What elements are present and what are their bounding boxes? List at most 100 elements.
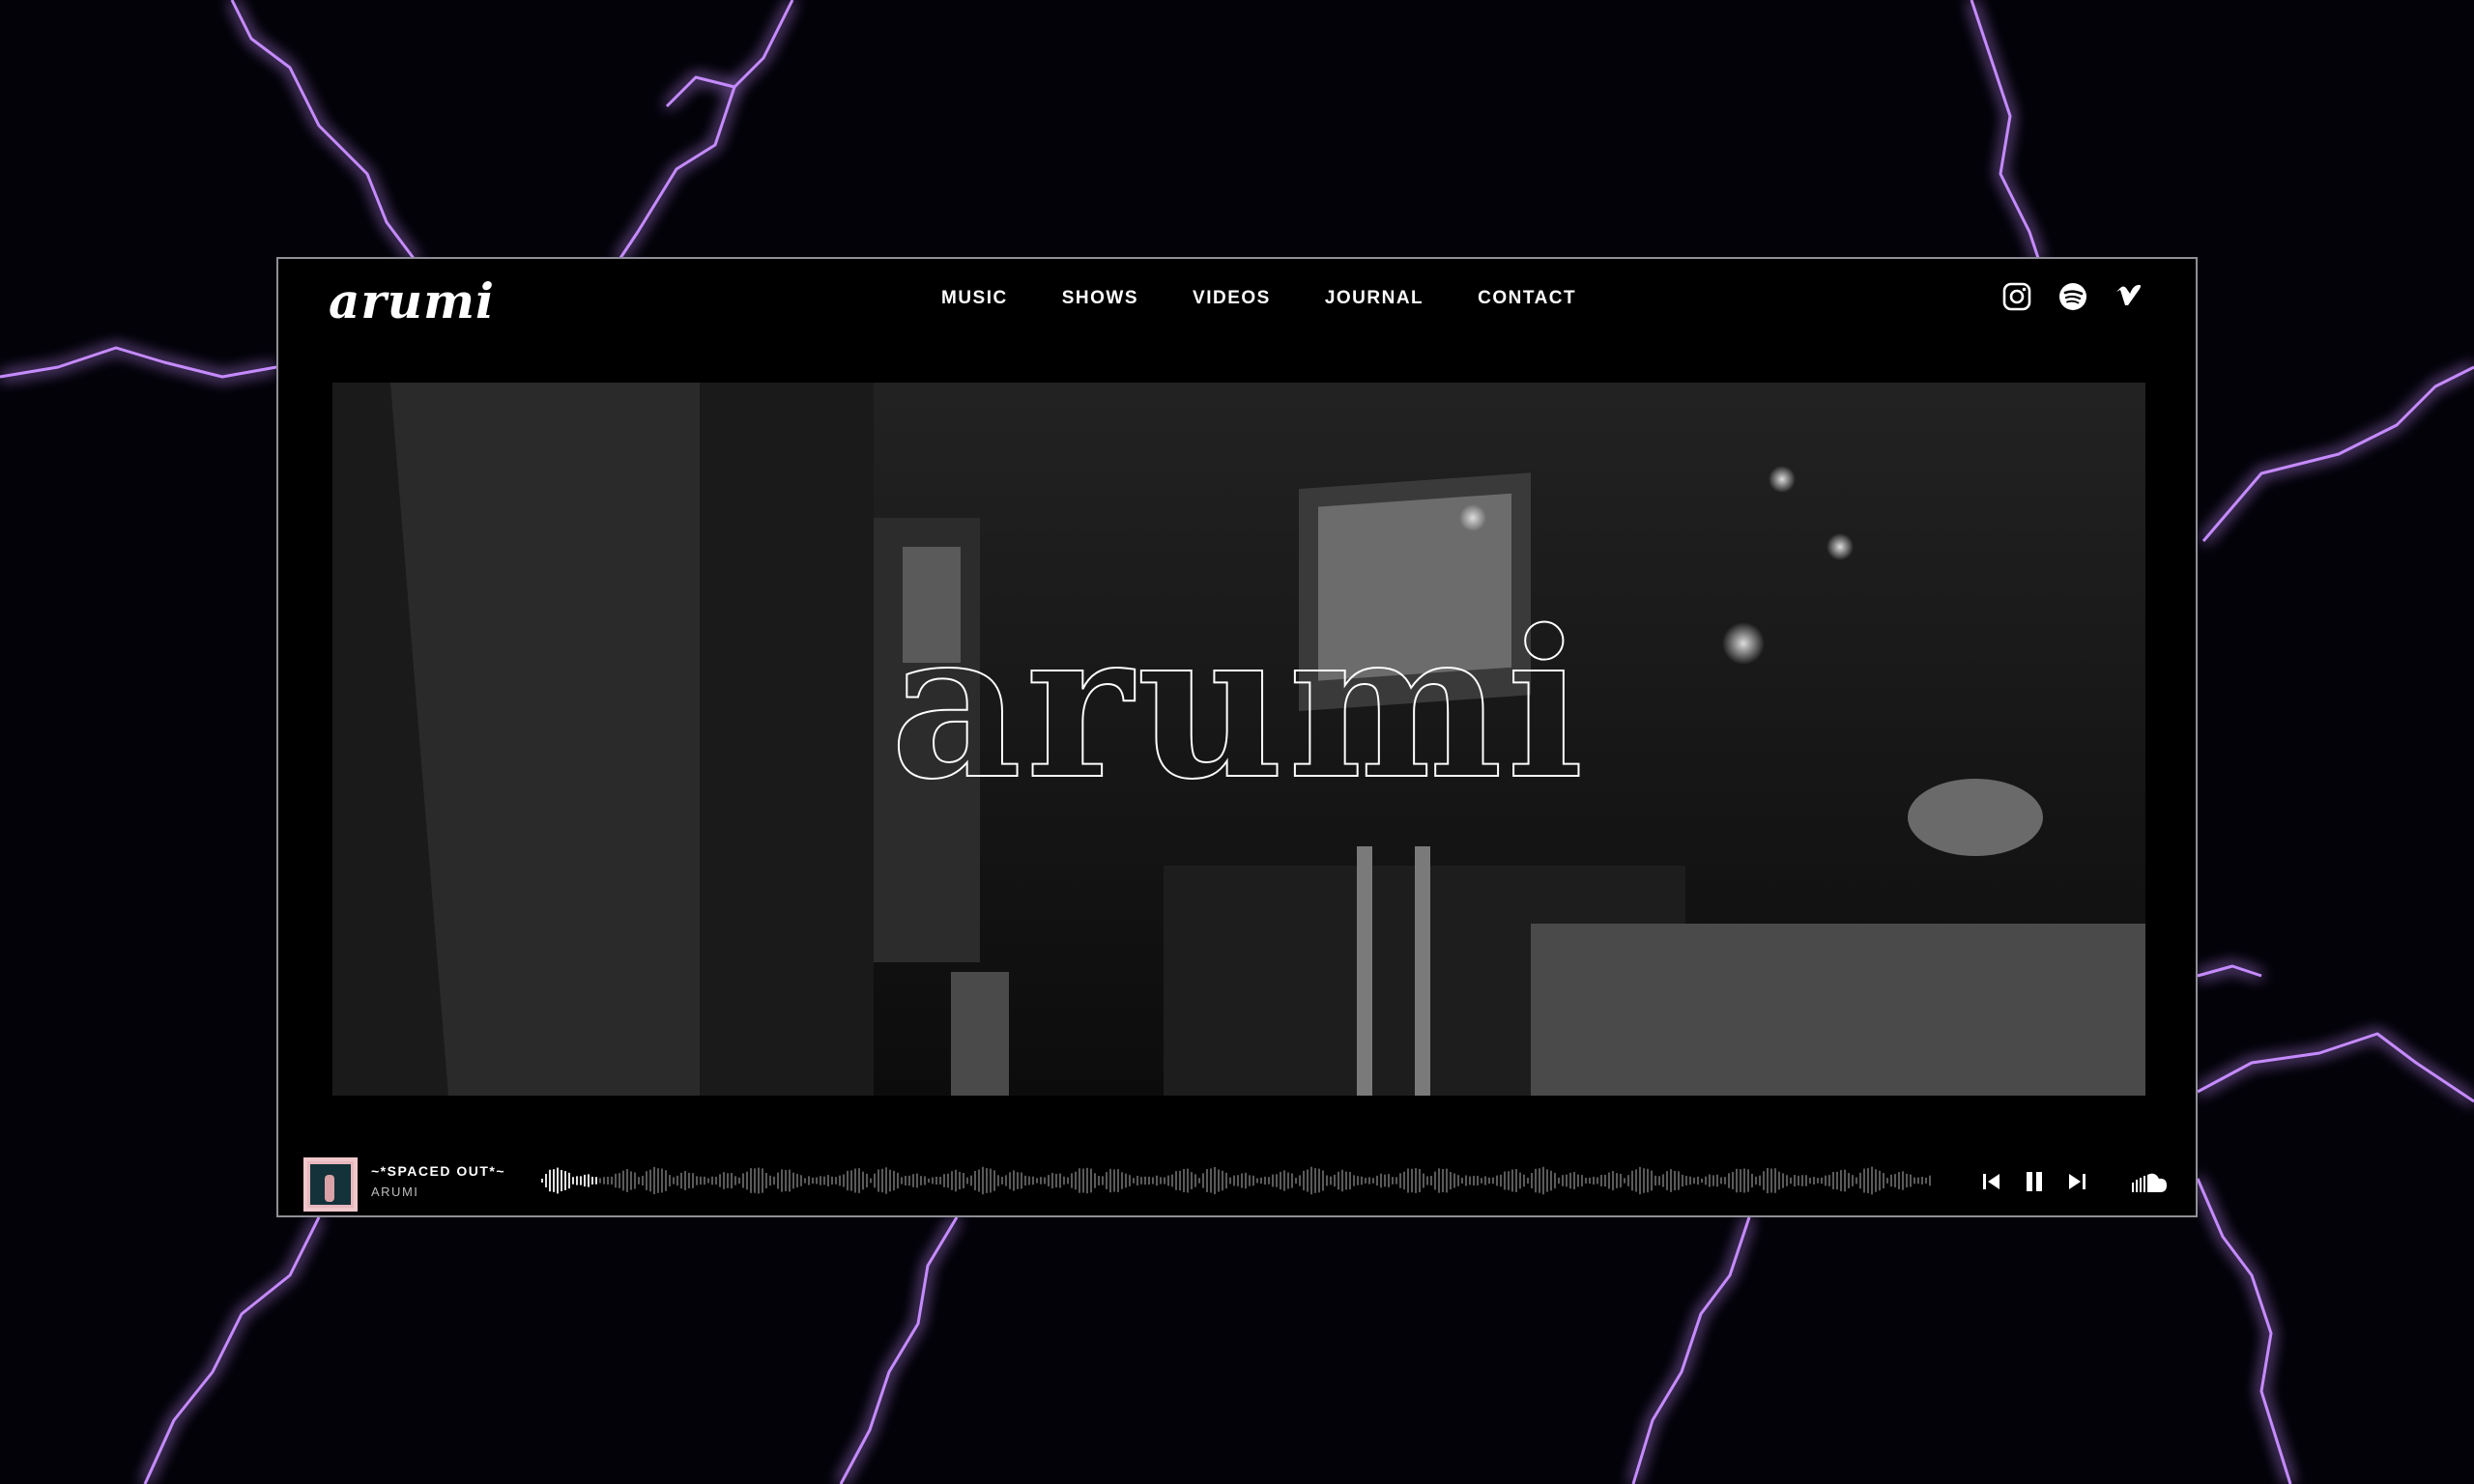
waveform-bar (800, 1175, 802, 1186)
waveform-bar (673, 1177, 675, 1184)
waveform-bar (955, 1169, 957, 1192)
waveform-bar (1210, 1168, 1212, 1193)
waveform-bar (1886, 1178, 1888, 1184)
waveform-bar (1577, 1174, 1579, 1187)
waveform-bar (1643, 1168, 1645, 1193)
waveform-bar (804, 1178, 806, 1184)
waveform-bar (889, 1169, 891, 1192)
waveform-bar (1770, 1168, 1772, 1193)
instagram-icon[interactable] (2000, 280, 2033, 313)
site-window: arumi MUSIC SHOWS VIDEOS JOURNAL CONTACT (276, 257, 2198, 1217)
waveform-bar (1249, 1175, 1251, 1186)
waveform-bar (943, 1174, 945, 1187)
waveform-bar (1539, 1168, 1540, 1193)
waveform-bar (796, 1173, 798, 1188)
nav-contact[interactable]: CONTACT (1478, 288, 1576, 309)
waveform-bar (1222, 1170, 1223, 1191)
waveform-bar (1032, 1176, 1034, 1185)
waveform-bar (1558, 1177, 1560, 1184)
waveform-bar (653, 1166, 655, 1195)
waveform-bar (1774, 1168, 1776, 1193)
waveform-bar (591, 1176, 593, 1185)
waveform-bar (1840, 1170, 1842, 1191)
waveform-bar (1322, 1170, 1324, 1191)
waveform-scrubber[interactable] (541, 1163, 1933, 1198)
nav-videos[interactable]: VIDEOS (1193, 288, 1271, 309)
hero-logo-outline: arumi (889, 585, 1588, 825)
site-logo[interactable]: arumi (329, 272, 495, 329)
waveform-bar (611, 1176, 613, 1185)
waveform-bar (1627, 1175, 1629, 1186)
waveform-bar (1314, 1168, 1316, 1193)
waveform-bar (561, 1169, 562, 1192)
waveform-bar (1438, 1168, 1440, 1193)
waveform-bar (773, 1176, 775, 1185)
hero-video[interactable]: arumi (332, 383, 2145, 1096)
waveform-bar (1867, 1168, 1869, 1193)
waveform-bar (580, 1176, 582, 1185)
vimeo-icon[interactable] (2113, 280, 2145, 313)
nav-shows[interactable]: SHOWS (1062, 288, 1138, 309)
waveform-bar (1693, 1177, 1695, 1184)
waveform-bar (1473, 1176, 1475, 1185)
soundcloud-icon[interactable] (2130, 1171, 2169, 1194)
waveform-bar (1272, 1174, 1274, 1187)
waveform-bar (1079, 1168, 1080, 1193)
waveform-bar (1446, 1168, 1448, 1193)
waveform-bar (1654, 1175, 1656, 1186)
waveform-bar (1600, 1175, 1602, 1186)
waveform-bar (1434, 1171, 1436, 1190)
waveform-bar (1523, 1174, 1525, 1187)
waveform-bar (1604, 1174, 1606, 1187)
pause-icon[interactable] (2022, 1169, 2047, 1194)
waveform-bar (1403, 1171, 1405, 1190)
waveform-bar (928, 1178, 930, 1184)
waveform-bar (1156, 1175, 1158, 1186)
waveform-bar (1194, 1174, 1196, 1187)
waveform-bar (1902, 1171, 1904, 1190)
waveform-bar (1082, 1168, 1084, 1193)
track-title[interactable]: ~*SPACED OUT*~ (371, 1163, 505, 1179)
waveform-bar (692, 1173, 694, 1188)
waveform-bar (622, 1170, 624, 1191)
waveform-bar (595, 1177, 597, 1184)
waveform-bar (1531, 1173, 1533, 1188)
waveform-bar (1863, 1168, 1865, 1193)
waveform-bar (1233, 1175, 1235, 1186)
album-art[interactable] (303, 1157, 358, 1212)
waveform-bar (974, 1170, 976, 1191)
nav-journal[interactable]: JOURNAL (1325, 288, 1424, 309)
waveform-bar (1094, 1173, 1096, 1188)
waveform-bar (947, 1173, 949, 1188)
waveform-bar (951, 1171, 953, 1190)
waveform-bar (1724, 1177, 1726, 1184)
waveform-bar (669, 1175, 671, 1186)
waveform-bar (1256, 1178, 1258, 1184)
waveform-bar (1511, 1169, 1513, 1192)
waveform-bar (1353, 1175, 1355, 1186)
waveform-bar (1059, 1173, 1061, 1188)
waveform-bar (1407, 1168, 1409, 1193)
waveform-bar (1426, 1176, 1428, 1185)
waveform-bar (982, 1166, 984, 1195)
waveform-bar (1376, 1175, 1378, 1186)
waveform-bar (1384, 1174, 1386, 1187)
waveform-bar (1214, 1166, 1216, 1195)
waveform-bar (1732, 1171, 1734, 1190)
waveform-bar (1071, 1173, 1073, 1188)
waveform-bar (684, 1171, 686, 1190)
waveform-bar (1593, 1176, 1595, 1185)
waveform-bar (1140, 1177, 1142, 1184)
waveform-bar (1573, 1172, 1575, 1189)
previous-icon[interactable] (1979, 1169, 2004, 1194)
spotify-icon[interactable] (2057, 280, 2089, 313)
waveform-bar (812, 1177, 814, 1184)
waveform-bar (762, 1168, 763, 1193)
waveform-bar (765, 1172, 767, 1189)
waveform-bar (1368, 1177, 1370, 1184)
waveform-bar (1624, 1178, 1625, 1184)
nav-music[interactable]: MUSIC (941, 288, 1008, 309)
next-icon[interactable] (2064, 1169, 2089, 1194)
waveform-bar (1496, 1175, 1498, 1186)
waveform-bar (1133, 1178, 1135, 1184)
